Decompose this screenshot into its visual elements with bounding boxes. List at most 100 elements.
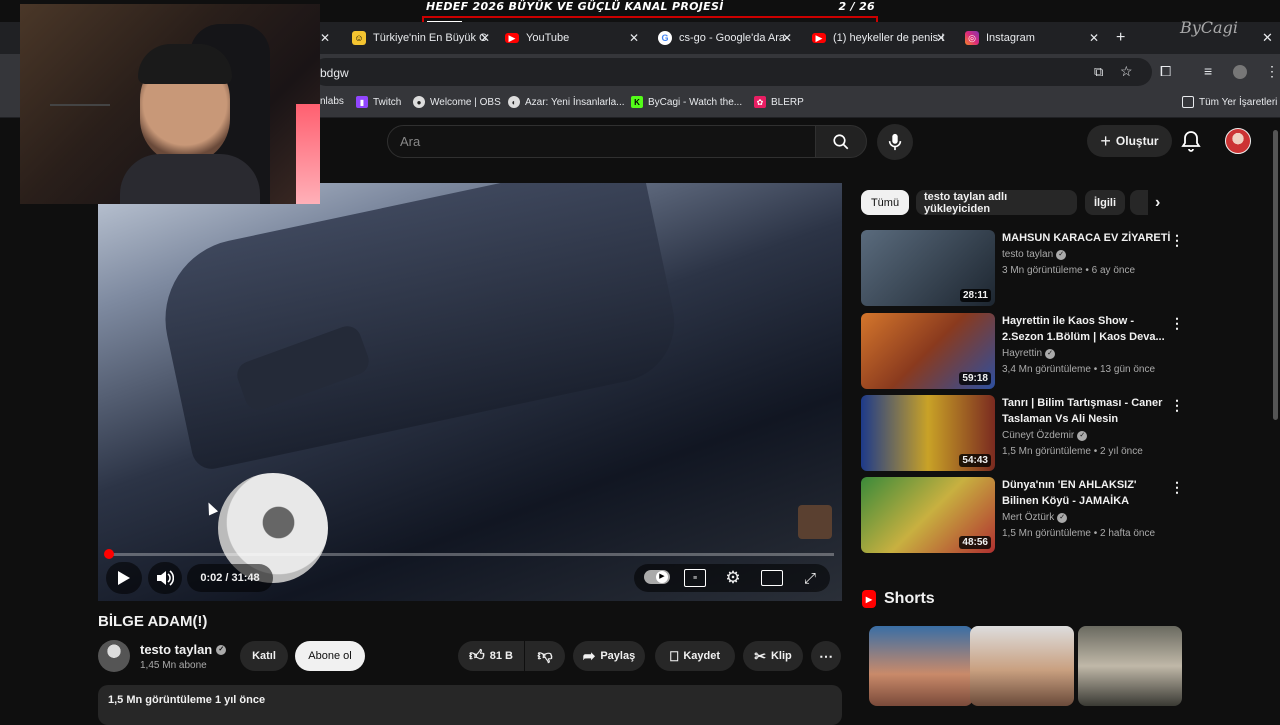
subscribe-button[interactable]: Abone ol [295,641,365,671]
chip-partial[interactable] [1130,190,1148,215]
related-title[interactable]: MAHSUN KARACA EV ZİYARETİ [1002,230,1172,246]
tab-instagram[interactable]: ◎ Instagram ✕ [965,22,1105,54]
related-video[interactable]: 59:18 Hayrettin ile Kaos Show - 2.Sezon … [861,313,1191,389]
menu-icon[interactable]: ⋮ [1265,63,1279,80]
short-thumbnail[interactable] [869,626,973,706]
all-bookmarks[interactable]: Tüm Yer İşaretleri [1182,96,1277,108]
kebab-menu-icon[interactable]: ⋮ [1170,315,1184,332]
bookmark-obs[interactable]: ● Welcome | OBS [413,96,501,108]
youtube-icon: ▶ [505,33,519,43]
bookmark-star-icon[interactable]: ☆ [1120,63,1133,80]
settings-gear-icon[interactable]: ⚙ [722,567,744,589]
tab-turkiye[interactable]: ☺ Türkiye'nin En Büyük C ✕ [352,22,496,54]
address-bar[interactable] [312,58,1152,86]
video-thumbnail[interactable]: 48:56 [861,477,995,553]
autoplay-toggle[interactable]: ▶ [644,570,670,584]
profile-icon[interactable] [1233,65,1247,79]
share-button[interactable]: ➦ Paylaş [573,641,645,671]
progress-bar[interactable] [104,549,834,559]
chip-related[interactable]: İlgili [1085,190,1125,215]
related-channel[interactable]: testo taylan ✓ [1002,249,1067,260]
bookmark-twitch[interactable]: ▮ Twitch [356,96,401,108]
related-channel-name: Cüneyt Özdemir [1002,430,1075,441]
related-channel[interactable]: Cüneyt Özdemir ✓ [1002,430,1088,441]
video-player[interactable] [98,183,842,601]
video-duration: 54:43 [959,454,991,467]
close-icon[interactable]: ✕ [936,31,946,45]
channel-name[interactable]: testo taylan ✓ [140,642,227,657]
tab-label: (1) heykeller de penis ! [833,32,945,44]
close-icon[interactable]: ✕ [782,31,792,45]
play-button[interactable] [106,562,142,594]
related-video[interactable]: 54:43 Tanrı | Bilim Tartışması - Caner T… [861,395,1191,471]
window-close-icon[interactable]: ✕ [1262,22,1274,54]
short-thumbnail[interactable] [1078,626,1182,706]
channel-avatar[interactable] [98,640,130,672]
tab-youtube[interactable]: ▶ YouTube ✕ [505,22,645,54]
voice-search-button[interactable] [877,124,913,160]
save-label: Kaydet [683,650,721,662]
join-button[interactable]: Katıl [240,641,288,671]
bookmark-nlabs[interactable]: nlabs [320,96,344,107]
notifications-bell-icon[interactable] [1179,129,1203,153]
page-scrollbar[interactable] [1273,130,1278,420]
kebab-menu-icon[interactable]: ⋮ [1170,397,1184,414]
bookmark-label: ByCagi - Watch the... [648,96,743,108]
related-video[interactable]: 28:11 MAHSUN KARACA EV ZİYARETİ testo ta… [861,230,1191,306]
create-button[interactable]: + Oluştur [1087,125,1172,157]
media-control-icon[interactable]: ≡ [1204,63,1212,79]
like-button[interactable]: 👍︎ 81 B [458,641,524,671]
progress-knob[interactable] [104,549,114,559]
chip-uploader[interactable]: testo taylan adlı yükleyiciden [916,190,1077,215]
bookmark-label: Twitch [373,96,402,108]
search-button[interactable] [815,125,867,158]
close-icon[interactable]: ✕ [480,31,490,45]
kebab-menu-icon[interactable]: ⋮ [1170,232,1184,249]
tab-close-partial[interactable]: ✕ [320,22,330,54]
search-box[interactable] [387,125,816,158]
video-thumbnail[interactable]: 28:11 [861,230,995,306]
url-text[interactable]: bdgw [320,66,349,80]
video-thumbnail[interactable]: 59:18 [861,313,995,389]
volume-icon [157,570,174,586]
youtube-icon: ▶ [812,33,826,43]
instagram-icon: ◎ [965,31,979,45]
account-avatar[interactable] [1225,128,1251,154]
video-thumbnail[interactable]: 54:43 [861,395,995,471]
azar-icon: ◐ [508,96,520,108]
bookmark-azar[interactable]: ◐ Azar: Yeni İnsanlarla... [508,96,625,108]
install-app-icon[interactable]: ⧉ [1094,64,1103,80]
shorts-label: Shorts [884,590,935,607]
close-icon[interactable]: ✕ [629,31,639,45]
save-button[interactable]: ⎕ Kaydet [655,641,735,671]
chip-all[interactable]: Tümü [861,190,909,215]
chevron-right-icon[interactable]: › [1155,194,1160,212]
bookmark-blerp[interactable]: ✿ BLERP [754,96,804,108]
close-icon[interactable]: ✕ [320,31,330,45]
dislike-button[interactable]: 👎︎ [525,641,565,671]
related-title[interactable]: Dünya'nın 'EN AHLAKSIZ' Bilinen Köyü - J… [1002,477,1172,509]
clip-button[interactable]: ✂ Klip [743,641,803,671]
subtitles-icon[interactable]: ≡ [684,569,706,587]
search-input[interactable] [400,134,800,149]
video-duration: 28:11 [959,289,991,302]
tab-google[interactable]: G cs-go - Google'da Ara ✕ [658,22,798,54]
theater-mode-icon[interactable] [761,570,783,586]
new-tab-button[interactable]: + [1116,22,1130,54]
kebab-menu-icon[interactable]: ⋮ [1170,479,1184,496]
bookmark-label: Welcome | OBS [430,96,501,108]
related-title[interactable]: Tanrı | Bilim Tartışması - Caner Taslama… [1002,395,1172,427]
related-channel[interactable]: Mert Öztürk ✓ [1002,512,1068,523]
tab-youtube-2[interactable]: ▶ (1) heykeller de penis ! ✕ [812,22,952,54]
fullscreen-icon[interactable]: ⤢ [800,568,820,588]
close-icon[interactable]: ✕ [1089,31,1099,45]
extensions-icon[interactable]: ⧠ [1160,63,1171,80]
bookmark-bycagi[interactable]: K ByCagi - Watch the... [631,96,742,108]
related-video[interactable]: 48:56 Dünya'nın 'EN AHLAKSIZ' Bilinen Kö… [861,477,1191,553]
related-title[interactable]: Hayrettin ile Kaos Show - 2.Sezon 1.Bölü… [1002,313,1172,345]
short-thumbnail[interactable] [970,626,1074,706]
volume-button[interactable] [148,562,182,594]
play-icon: ▶ [656,571,668,583]
more-actions-button[interactable]: ⋯ [811,641,841,671]
related-channel[interactable]: Hayrettin ✓ [1002,348,1056,359]
